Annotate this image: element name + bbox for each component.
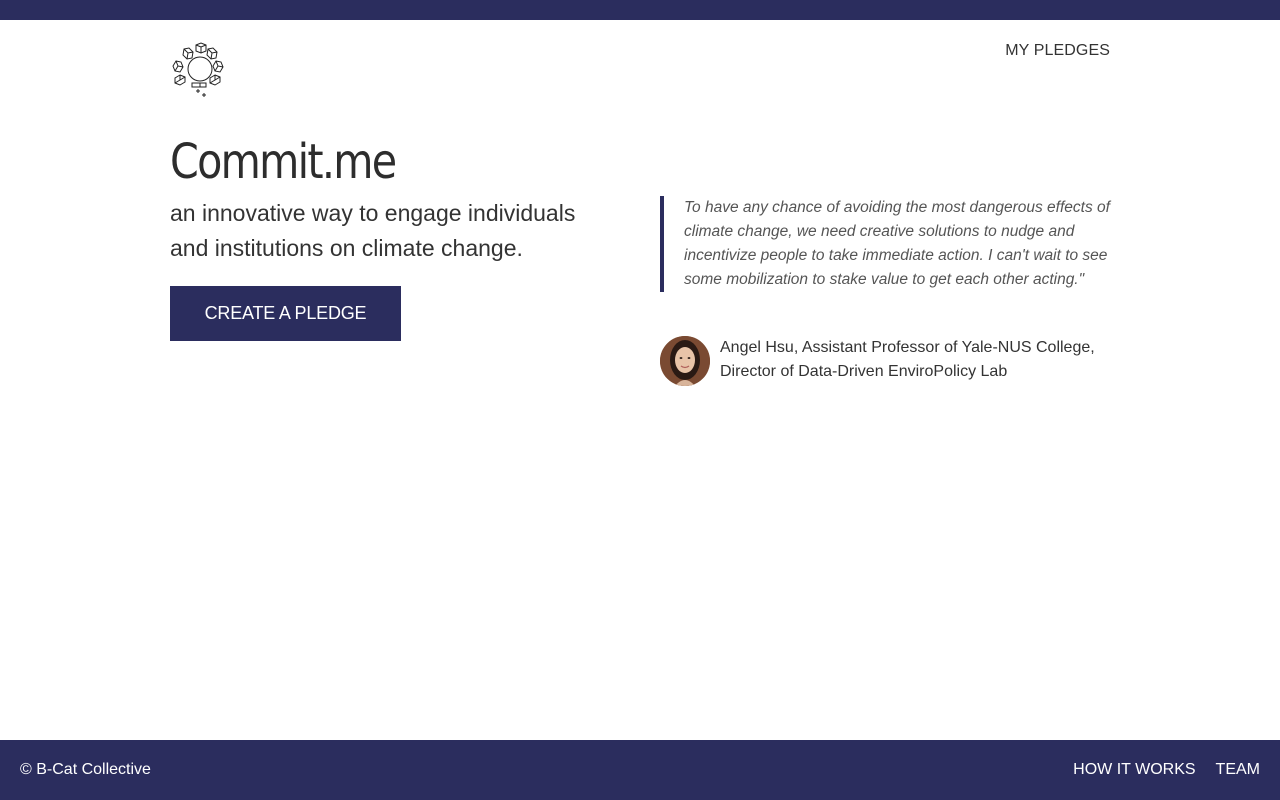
copyright: © B-Cat Collective [20,761,151,778]
team-link[interactable]: TEAM [1216,761,1260,779]
top-bar [0,0,1280,20]
tagline: an innovative way to engage individuals … [170,200,576,261]
quote-text: To have any chance of avoiding the most … [684,199,1110,288]
author-caption: Angel Hsu, Assistant Professor of Yale-N… [720,339,1095,380]
testimonial-quote: To have any chance of avoiding the most … [660,196,1110,292]
my-pledges-link[interactable]: MY PLEDGES [1005,42,1110,60]
page-title: Commit.me [170,134,397,190]
testimonial-author: Angel Hsu, Assistant Professor of Yale-N… [660,336,1120,386]
logo-icon[interactable] [172,41,228,99]
how-it-works-link[interactable]: HOW IT WORKS [1073,761,1195,779]
create-pledge-button[interactable]: CREATE A PLEDGE [170,286,401,341]
avatar [660,336,710,386]
footer: © B-Cat Collective HOW IT WORKS TEAM [0,740,1280,800]
footer-nav: HOW IT WORKS TEAM [1073,761,1260,779]
